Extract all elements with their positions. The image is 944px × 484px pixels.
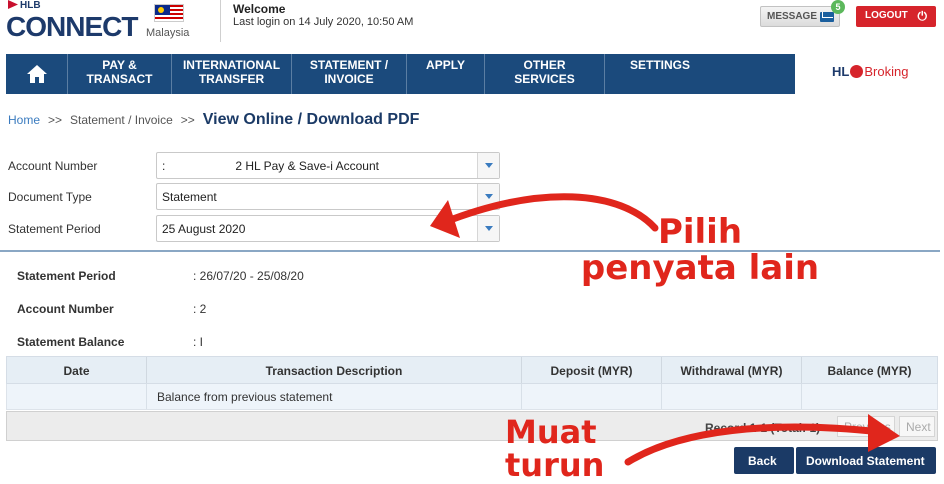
document-type-value: Statement <box>162 190 217 204</box>
back-button[interactable]: Back <box>734 447 794 474</box>
statement-period-select[interactable]: 25 August 2020 <box>156 215 500 242</box>
logout-label: LOGOUT <box>865 10 908 21</box>
breadcrumb: Home >> Statement / Invoice >> View Online /… <box>8 111 419 129</box>
page-title: View Online / Download PDF <box>202 111 420 128</box>
previous-page-button[interactable]: Previous <box>837 416 895 437</box>
redacted-mask <box>165 160 236 171</box>
account-number-value: 2 HL Pay & Save-i Account <box>235 159 379 173</box>
nav-pay-transact[interactable]: PAY & TRANSACT <box>68 54 172 94</box>
message-button[interactable]: MESSAGE <box>760 6 840 27</box>
summary-balance-label: Statement Balance <box>17 335 125 349</box>
nav-settings[interactable]: SETTINGS <box>605 54 715 94</box>
nav-statement-invoice[interactable]: STATEMENT / INVOICE <box>292 54 407 94</box>
column-header-description[interactable]: Transaction Description <box>147 357 522 383</box>
column-header-deposit[interactable]: Deposit (MYR) <box>522 357 662 383</box>
column-header-balance[interactable]: Balance (MYR) <box>802 357 937 383</box>
power-icon: ⏻ <box>917 9 928 23</box>
next-page-button[interactable]: Next <box>899 416 935 437</box>
breadcrumb-statement-invoice[interactable]: Statement / Invoice <box>70 113 173 127</box>
annotation-pilih-line2: penyata lain <box>580 248 820 288</box>
summary-account-value: : 2 <box>193 302 207 316</box>
cell-balance <box>802 384 937 409</box>
chevron-down-icon[interactable] <box>477 153 499 178</box>
summary-account-label: Account Number <box>17 302 114 316</box>
hl-broking-prefix: HL <box>832 64 850 79</box>
column-header-withdrawal[interactable]: Withdrawal (MYR) <box>662 357 802 383</box>
account-number-select[interactable]: :2 HL Pay & Save-i Account <box>156 152 500 179</box>
summary-period-label: Statement Period <box>17 269 116 283</box>
nav-other-services[interactable]: OTHER SERVICES <box>485 54 605 94</box>
hl-broking-icon <box>850 65 864 78</box>
message-count-badge: 5 <box>831 0 845 14</box>
hlb-mark-icon <box>8 0 18 9</box>
nav-apply[interactable]: APPLY <box>407 54 485 94</box>
last-login-text: Last login on 14 July 2020, 10:50 AM <box>233 16 414 28</box>
statement-period-label: Statement Period <box>8 222 101 236</box>
nav-international-transfer[interactable]: INTERNATIONAL TRANSFER <box>172 54 292 94</box>
annotation-pilih-penyata: Pilih penyata lain <box>580 215 820 285</box>
download-statement-button[interactable]: Download Statement <box>796 447 936 474</box>
hlb-logo-small: HLB <box>8 0 41 11</box>
table-row: Balance from previous statement <box>6 384 938 410</box>
record-count: Record 1-1 (Total: 1) <box>705 421 821 435</box>
breadcrumb-separator: >> <box>48 113 63 127</box>
transactions-table-header: Date Transaction Description Deposit (MY… <box>6 356 938 384</box>
table-pager: Record 1-1 (Total: 1) Previous Next <box>6 411 938 441</box>
message-label: MESSAGE <box>767 11 818 22</box>
nav-home[interactable] <box>6 54 68 94</box>
account-number-label: Account Number <box>8 159 98 173</box>
document-type-label: Document Type <box>8 190 92 204</box>
hlb-connect-logo[interactable]: HLB CONNECT <box>6 0 146 48</box>
annotation-muat-line2: turun <box>505 446 605 484</box>
country-label: Malaysia <box>146 27 190 39</box>
home-icon <box>26 65 47 83</box>
welcome-text: Welcome <box>233 2 286 16</box>
cell-withdrawal <box>662 384 802 409</box>
breadcrumb-home[interactable]: Home <box>8 113 40 127</box>
column-header-date[interactable]: Date <box>7 357 147 383</box>
cell-deposit <box>522 384 662 409</box>
breadcrumb-separator: >> <box>180 113 195 127</box>
brand-small-text: HLB <box>20 0 41 11</box>
cell-description: Balance from previous statement <box>147 384 522 409</box>
document-type-select[interactable]: Statement <box>156 183 500 210</box>
header: HLB CONNECT Malaysia Welcome Last login … <box>0 0 944 54</box>
chevron-down-icon[interactable] <box>477 216 499 241</box>
main-nav: PAY & TRANSACT INTERNATIONAL TRANSFER ST… <box>6 54 795 94</box>
envelope-icon <box>820 12 834 22</box>
brand-main-text: CONNECT <box>6 11 138 42</box>
annotation-muat-turun: Muat turun <box>505 416 625 481</box>
hl-broking-suffix: Broking <box>864 64 909 79</box>
summary-period-value: : 26/07/20 - 25/08/20 <box>193 269 304 283</box>
summary-balance-value: : I <box>193 335 204 349</box>
malaysia-flag-icon[interactable] <box>154 4 184 22</box>
header-divider <box>220 0 221 42</box>
annotation-pilih-line1: Pilih <box>657 212 743 252</box>
hl-broking-link[interactable]: HL Broking <box>832 64 908 79</box>
statement-period-value: 25 August 2020 <box>162 222 246 236</box>
logout-button[interactable]: LOGOUT ⏻ <box>856 6 936 27</box>
cell-date <box>7 384 147 409</box>
chevron-down-icon[interactable] <box>477 184 499 209</box>
